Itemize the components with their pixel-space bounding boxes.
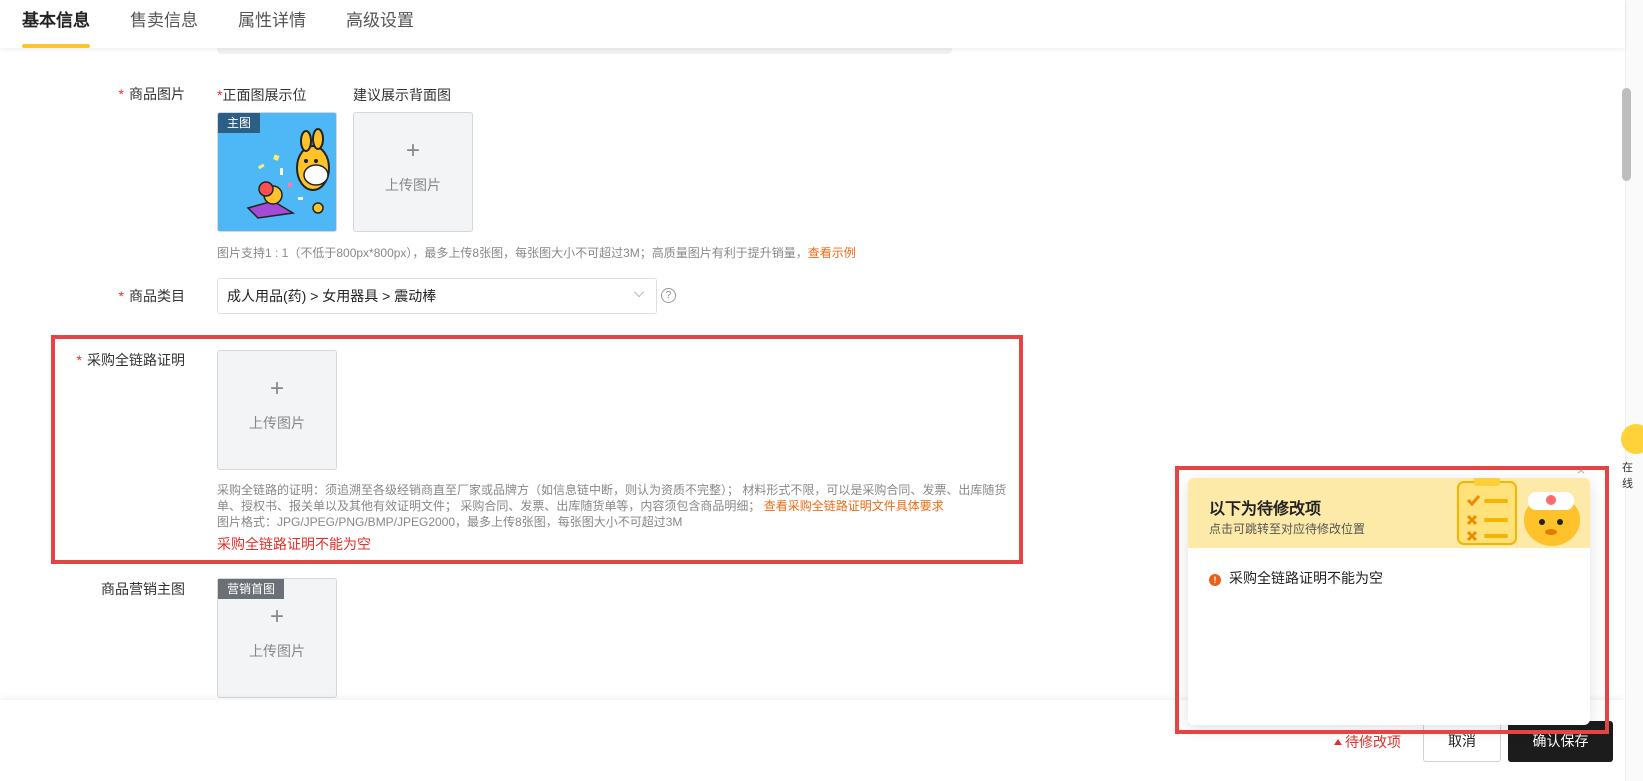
- front-image-label-text: 正面图展示位: [222, 87, 307, 103]
- category-label: * 商品类目: [0, 286, 185, 306]
- purchase-proof-label-text: 采购全链路证明: [87, 352, 185, 368]
- purchase-proof-requirements-link[interactable]: 查看采购全链路证明文件具体要求: [764, 499, 944, 513]
- pending-items-text: 待修改项: [1345, 734, 1401, 750]
- chevron-down-icon: [634, 287, 644, 297]
- product-image-hint: 图片支持1 : 1（不低于800px*800px），最多上传8张图，每张图大小不…: [217, 245, 856, 261]
- upload-image-text: 上传图片: [385, 177, 441, 193]
- back-image-label: 建议展示背面图: [353, 87, 451, 103]
- marketing-first-image-badge: 营销首图: [218, 579, 285, 599]
- plus-icon: +: [269, 603, 284, 630]
- purchase-proof-desc-line-2-text: 单、授权书、报关单以及其他有效证明文件； 采购合同、发票、出库随货单等，内容须包…: [217, 499, 761, 513]
- caret-up-icon: [1334, 739, 1342, 745]
- purchase-proof-desc-line-3: 图片格式：JPG/JPEG/PNG/BMP/JPEG2000，最多上传8张图，每…: [217, 515, 683, 529]
- product-image-hint-text: 图片支持1 : 1（不低于800px*800px），最多上传8张图，每张图大小不…: [217, 246, 808, 260]
- pending-items-toggle[interactable]: 待修改项: [1334, 732, 1401, 752]
- plus-icon: +: [269, 375, 284, 402]
- main-product-image[interactable]: 主图: [217, 112, 337, 232]
- purchase-proof-error: 采购全链路证明不能为空: [217, 536, 371, 552]
- upload-back-image-button[interactable]: + 上传图片: [353, 112, 473, 232]
- online-assistant-avatar[interactable]: [1621, 424, 1643, 462]
- upload-purchase-proof-button[interactable]: + 上传图片: [217, 350, 337, 470]
- required-mark: *: [118, 288, 124, 304]
- upload-marketing-image-button[interactable]: 营销首图 + 上传图片: [217, 578, 337, 698]
- required-mark: *: [76, 352, 82, 368]
- assistant-face-icon: [1621, 424, 1643, 454]
- product-image-label-text: 商品图片: [129, 86, 185, 102]
- purchase-proof-label: * 采购全链路证明: [0, 350, 185, 370]
- marketing-image-label: 商品营销主图: [101, 581, 185, 597]
- upload-image-text: 上传图片: [249, 643, 305, 659]
- help-icon[interactable]: ?: [661, 288, 676, 303]
- tab-advanced-settings[interactable]: 高级设置: [346, 0, 414, 48]
- tab-bar: 基本信息 售卖信息 属性详情 高级设置: [0, 0, 1625, 48]
- main-image-badge: 主图: [218, 113, 261, 133]
- tab-attribute-details[interactable]: 属性详情: [238, 0, 306, 48]
- required-mark: *: [118, 86, 124, 102]
- category-label-text: 商品类目: [129, 288, 185, 304]
- purchase-proof-desc-line-2: 单、授权书、报关单以及其他有效证明文件； 采购合同、发票、出库随货单等，内容须包…: [217, 498, 1017, 514]
- tab-sale-info[interactable]: 售卖信息: [130, 0, 198, 48]
- front-image-label: *正面图展示位: [217, 85, 306, 105]
- upload-image-text: 上传图片: [249, 415, 305, 431]
- tab-basic-info[interactable]: 基本信息: [22, 0, 90, 48]
- scrollbar-thumb[interactable]: [1622, 88, 1631, 181]
- assistant-label: 在线: [1622, 462, 1633, 490]
- previous-field-edge: [217, 48, 952, 54]
- plus-icon: +: [405, 137, 420, 164]
- product-image-label: * 商品图片: [0, 84, 185, 104]
- purchase-proof-description: 采购全链路的证明：须追溯至各级经销商直至厂家或品牌方（如信息链中断，则认为资质不…: [217, 482, 1017, 530]
- category-select[interactable]: 成人用品(药) > 女用器具 > 震动棒: [217, 278, 657, 314]
- category-select-value: 成人用品(药) > 女用器具 > 震动棒: [227, 288, 437, 304]
- pending-panel-highlight-box: [1175, 466, 1609, 734]
- purchase-proof-desc-line-1: 采购全链路的证明：须追溯至各级经销商直至厂家或品牌方（如信息链中断，则认为资质不…: [217, 483, 1007, 497]
- view-example-link[interactable]: 查看示例: [808, 246, 856, 260]
